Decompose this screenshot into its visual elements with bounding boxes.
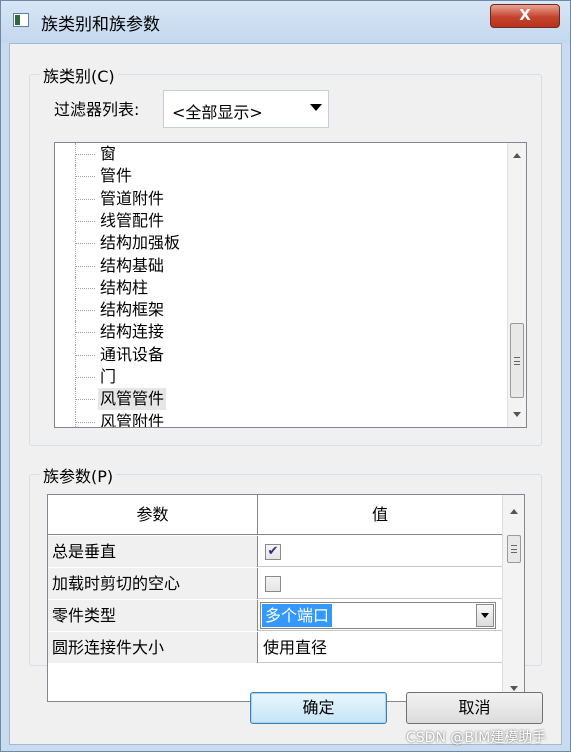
param-column-header[interactable]: 参数 — [48, 495, 258, 535]
parameter-row[interactable]: 加载时剪切的空心 — [48, 568, 503, 599]
tree-connector-dots — [75, 154, 95, 155]
scroll-down-arrow-icon[interactable] — [513, 412, 521, 417]
tree-item-label: 风管附件 — [100, 411, 165, 428]
tree-item-label: 结构柱 — [100, 277, 149, 297]
part-type-dropdown[interactable]: 多个端口 — [260, 602, 496, 629]
tree-item[interactable]: 结构连接 — [55, 321, 495, 344]
close-button[interactable]: X — [490, 4, 560, 28]
params-scrollbar[interactable] — [502, 495, 524, 701]
parameter-row[interactable]: 零件类型 多个端口 — [48, 600, 503, 631]
grip-icon — [514, 356, 520, 365]
parameter-value-cell[interactable] — [258, 568, 503, 599]
tree-scrollbar[interactable] — [507, 143, 526, 427]
parameter-name: 圆形连接件大小 — [48, 632, 258, 663]
checkbox-unchecked[interactable] — [265, 576, 281, 592]
tree-item[interactable]: 管件 — [55, 165, 495, 188]
tree-connector-dots — [75, 421, 95, 423]
tree-connector-line — [75, 410, 76, 427]
tree-item-label: 风管管件 — [98, 388, 167, 411]
tree-item-label: 结构加强板 — [100, 233, 181, 253]
parameter-name: 加载时剪切的空心 — [48, 568, 258, 599]
parameter-row[interactable]: 圆形连接件大小 使用直径 — [48, 632, 503, 663]
tree-item[interactable]: 管道附件 — [55, 187, 495, 210]
watermark-text: CSDN @BIM建模助手 — [406, 730, 547, 746]
window-title: 族类别和族参数 — [41, 15, 160, 35]
title-bar: 族类别和族参数 X — [1, 1, 570, 43]
filter-list-label: 过滤器列表: — [54, 100, 140, 119]
tree-item[interactable]: 风管附件 — [55, 410, 495, 428]
filter-list-select[interactable]: <全部显示> — [163, 90, 329, 128]
parameter-value-text: 使用直径 — [263, 638, 328, 657]
tree-connector-dots — [75, 377, 95, 378]
dialog-window: 族类别和族参数 X 族类别(C) 过滤器列表: <全部显示> 窗管件 管道附件 线管… — [0, 0, 571, 752]
part-type-value: 多个端口 — [262, 604, 333, 627]
tree-item[interactable]: 窗 — [55, 143, 495, 165]
tree-item-label: 线管配件 — [100, 210, 165, 230]
parameter-value-cell[interactable]: 多个端口 — [258, 600, 503, 631]
family-category-group-title: 族类别(C) — [40, 63, 118, 87]
filter-list-value: <全部显示> — [172, 103, 263, 122]
app-icon — [13, 13, 29, 27]
tree-item-label: 门 — [100, 367, 117, 386]
tree-connector-dots — [75, 220, 95, 222]
tree-item-label: 结构连接 — [100, 322, 165, 342]
cancel-button[interactable]: 取消 — [406, 692, 543, 724]
tree-connector-dots — [75, 354, 95, 356]
ok-button[interactable]: 确定 — [250, 692, 387, 724]
tree-item[interactable]: 结构框架 — [55, 299, 495, 322]
family-category-tree[interactable]: 窗管件 管道附件 线管配件结构加强板 结构基础 结构柱结构框架 结构连接 通讯设备门风管管件… — [54, 142, 527, 428]
tree-item[interactable]: 风管管件 — [55, 388, 495, 411]
tree-item-label: 通讯设备 — [100, 344, 165, 364]
tree-item-label: 结构框架 — [100, 300, 165, 320]
tree-connector-dots — [75, 310, 95, 312]
tree-connector-dots — [75, 265, 95, 267]
chevron-down-icon — [310, 104, 322, 111]
tree-item[interactable]: 线管配件 — [55, 209, 495, 232]
tree-item[interactable]: 结构柱 — [55, 276, 495, 299]
tree-item[interactable]: 结构基础 — [55, 254, 495, 277]
grip-icon — [511, 545, 517, 553]
tree-item-label: 结构基础 — [100, 255, 165, 275]
tree-item[interactable]: 结构加强板 — [55, 232, 495, 255]
parameter-row[interactable]: 总是垂直 ✔ — [48, 536, 503, 567]
tree-connector-dots — [75, 198, 95, 200]
dialog-client-area: 族类别(C) 过滤器列表: <全部显示> 窗管件 管道附件 线管配件结构加强板 结构基… — [9, 43, 562, 745]
tree-item-label: 管件 — [100, 166, 133, 186]
tree-connector-dots — [75, 399, 95, 401]
chevron-down-icon[interactable] — [476, 604, 494, 627]
parameter-name: 总是垂直 — [48, 536, 258, 567]
tree-item-label: 窗 — [100, 144, 117, 163]
parameter-name: 零件类型 — [48, 600, 258, 631]
tree-connector-dots — [75, 287, 95, 289]
tree-connector-dots — [75, 176, 95, 178]
tree-connector-dots — [75, 243, 95, 245]
scroll-up-arrow-icon[interactable] — [513, 153, 521, 158]
scroll-up-arrow-icon[interactable] — [510, 509, 518, 514]
tree-item[interactable]: 通讯设备 — [55, 343, 495, 366]
checkbox-checked[interactable]: ✔ — [265, 544, 281, 560]
parameter-value-cell[interactable]: ✔ — [258, 536, 503, 567]
tree-item-label: 管道附件 — [100, 188, 165, 208]
scroll-thumb[interactable] — [510, 323, 524, 398]
parameter-value-cell[interactable]: 使用直径 — [258, 632, 503, 663]
family-parameters-group-title: 族参数(P) — [40, 463, 117, 487]
tree-item[interactable]: 门 — [55, 366, 495, 388]
family-parameters-table: 参数 值 总是垂直 ✔ 加载时剪切的空心 零件类型 多个端口 圆形连接件大小 使用直径 — [47, 494, 525, 702]
scroll-thumb[interactable] — [507, 535, 521, 563]
tree-connector-dots — [75, 332, 95, 334]
value-column-header[interactable]: 值 — [258, 495, 503, 535]
scroll-down-arrow-icon[interactable] — [510, 686, 518, 691]
